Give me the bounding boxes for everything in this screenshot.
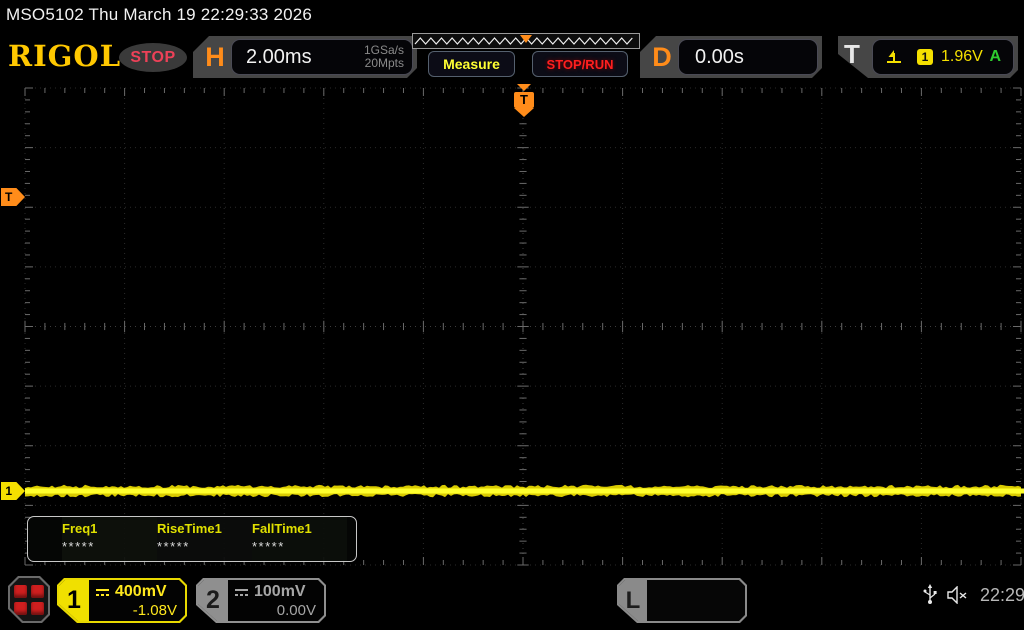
logic-row1: 0 1 2 3 4 5 6 7 <box>649 618 743 630</box>
clock: 22:29 <box>980 585 1024 606</box>
channel2-number-tab: 2 <box>198 580 228 621</box>
bottom-status-bar: 1 400mV -1.08V 2 100mV 0.00V L 0 1 2 3 4… <box>0 570 1024 630</box>
menu-button[interactable] <box>8 576 50 623</box>
measurement-item: Freq1 ***** <box>62 517 157 561</box>
menu-grid-icon <box>14 585 44 615</box>
trigger-position-tick-icon <box>517 84 531 91</box>
ch2-scale: 100mV <box>254 583 306 601</box>
measurement-results-panel[interactable]: Freq1 ***** RiseTime1 ***** FallTime1 **… <box>27 516 357 562</box>
channel2-status-box[interactable]: 2 100mV 0.00V <box>196 578 326 623</box>
measurement-item: FallTime1 ***** <box>252 517 347 561</box>
logic-channels-box[interactable]: L 0 1 2 3 4 5 6 7 8 9 10 11 12 13 14 15 <box>617 578 747 623</box>
logic-label-tab: L <box>619 580 647 621</box>
ch2-offset: 0.00V <box>234 602 316 619</box>
oscilloscope-screen: MSO5102 Thu March 19 22:29:33 2026 RIGOL… <box>0 0 1024 630</box>
channel1-number-tab: 1 <box>59 580 89 621</box>
measurement-item: RiseTime1 ***** <box>157 517 252 561</box>
channel1-status-box[interactable]: 1 400mV -1.08V <box>57 578 187 623</box>
trigger-position-point-icon <box>514 108 534 117</box>
ch1-offset: -1.08V <box>95 602 177 619</box>
ch2-dc-coupling-icon <box>234 587 249 598</box>
usb-icon <box>922 584 938 606</box>
speaker-mute-icon <box>946 586 968 604</box>
ch1-scale: 400mV <box>115 583 167 601</box>
trigger-position-marker[interactable]: T <box>514 84 534 117</box>
ch1-dc-coupling-icon <box>95 587 110 598</box>
